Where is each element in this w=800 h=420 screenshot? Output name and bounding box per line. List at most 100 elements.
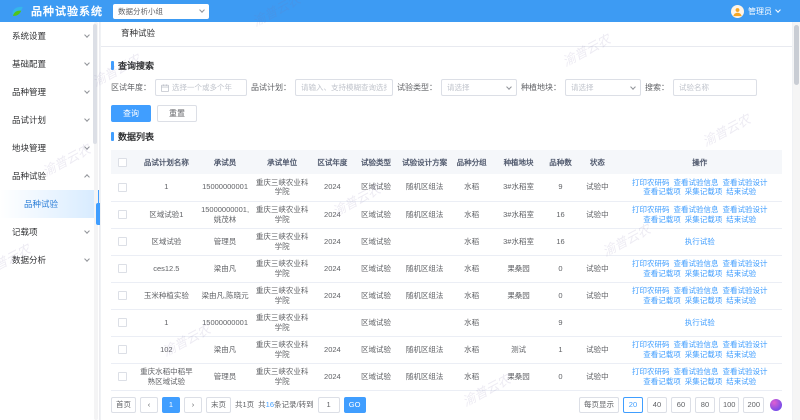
operation-link[interactable]: 采集记载项 [685, 187, 723, 196]
year-date-input[interactable]: 选择一个或多个年 [155, 79, 247, 96]
total-records-text: 共16条记录/转到 [258, 399, 313, 410]
plan-text-input[interactable]: 请输入、支持模糊查询选择 [295, 79, 393, 96]
row-checkbox[interactable] [118, 264, 127, 273]
operation-link[interactable]: 结束试验 [726, 215, 756, 224]
table-cell: 区域试验 [353, 174, 400, 201]
operation-link[interactable]: 查看试验信息 [674, 367, 719, 376]
operation-link[interactable]: 采集记载项 [685, 215, 723, 224]
chevron-down-icon [630, 84, 636, 90]
row-checkbox[interactable] [118, 291, 127, 300]
operation-link[interactable]: 打印农研码 [632, 178, 670, 187]
table-row: ces12.5梁由凡重庆三峡农业科学院2024区域试验随机区组法水稻果桑园0试验… [111, 255, 782, 282]
operation-link[interactable]: 查看试验设计 [723, 259, 768, 268]
sidebar-scrollbar-thumb[interactable] [93, 24, 97, 144]
column-header: 品试计划名称 [134, 150, 198, 174]
sidebar-item[interactable]: 地块管理 [0, 134, 99, 162]
sidebar-subitem[interactable]: 品种试验 [0, 190, 99, 218]
operation-link[interactable]: 查看记载项 [643, 187, 681, 196]
plot-select[interactable]: 请选择 [565, 79, 641, 96]
page-size-option[interactable]: 20 [623, 397, 643, 413]
operation-link[interactable]: 查看试验设计 [723, 286, 768, 295]
operation-link[interactable]: 结束试验 [726, 350, 756, 359]
table-cell: 随机区组法 [399, 363, 449, 390]
column-header: 操作 [618, 150, 782, 174]
operation-link[interactable]: 查看记载项 [643, 350, 681, 359]
operation-link[interactable]: 查看试验信息 [674, 340, 719, 349]
page-size-option[interactable]: 100 [719, 397, 740, 413]
execute-test-link[interactable]: 执行试验 [685, 237, 715, 246]
operation-link[interactable]: 查看试验设计 [723, 205, 768, 214]
row-checkbox[interactable] [118, 210, 127, 219]
sidebar-item[interactable]: 记载项 [0, 218, 99, 246]
column-header: 状态 [577, 150, 617, 174]
reset-button[interactable]: 重置 [157, 105, 197, 122]
row-checkbox[interactable] [118, 372, 127, 381]
table-cell: 2024 [312, 201, 352, 228]
table-cell: 1 [544, 336, 578, 363]
chevron-down-icon [84, 116, 90, 122]
operation-link[interactable]: 采集记载项 [685, 377, 723, 386]
sidebar-item[interactable]: 品种管理 [0, 78, 99, 106]
sidebar-item[interactable]: 数据分析 [0, 246, 99, 274]
sidebar-item[interactable]: 品试计划 [0, 106, 99, 134]
next-page-button[interactable]: › [184, 397, 202, 413]
tab-breeding-test[interactable]: 育种试验 [117, 27, 159, 46]
row-checkbox[interactable] [118, 318, 127, 327]
operation-link[interactable]: 打印农研码 [632, 340, 670, 349]
operation-link[interactable]: 打印农研码 [632, 259, 670, 268]
window-scrollbar-track[interactable] [793, 22, 800, 420]
prev-page-button[interactable]: ‹ [140, 397, 158, 413]
team-select-dropdown[interactable]: 数据分析小组 [113, 4, 209, 19]
operation-link[interactable]: 查看试验信息 [674, 178, 719, 187]
operation-link[interactable]: 查看记载项 [643, 377, 681, 386]
operation-link[interactable]: 结束试验 [726, 296, 756, 305]
test-type-select[interactable]: 请选择 [441, 79, 517, 96]
chevron-down-icon [84, 144, 90, 150]
operation-link[interactable]: 查看记载项 [643, 269, 681, 278]
page-size-option[interactable]: 80 [695, 397, 715, 413]
operation-link[interactable]: 打印农研码 [632, 367, 670, 376]
table-cell: 9 [544, 309, 578, 336]
goto-page-input[interactable] [318, 397, 340, 413]
sidebar-item[interactable]: 系统设置 [0, 22, 99, 50]
page-number-button[interactable]: 1 [162, 397, 180, 413]
page-size-option[interactable]: 200 [743, 397, 764, 413]
table-cell: 重庆三峡农业科学院 [252, 228, 312, 255]
operation-link[interactable]: 查看记载项 [643, 215, 681, 224]
operation-link[interactable]: 打印农研码 [632, 286, 670, 295]
operation-link[interactable]: 查看试验设计 [723, 340, 768, 349]
operation-link[interactable]: 打印农研码 [632, 205, 670, 214]
operation-link[interactable]: 查看记载项 [643, 296, 681, 305]
row-checkbox[interactable] [118, 183, 127, 192]
operation-link[interactable]: 结束试验 [726, 187, 756, 196]
operation-link[interactable]: 采集记载项 [685, 269, 723, 278]
query-button[interactable]: 查询 [111, 105, 151, 122]
operation-link[interactable]: 采集记载项 [685, 296, 723, 305]
last-page-button[interactable]: 末页 [206, 397, 231, 413]
execute-test-link[interactable]: 执行试验 [685, 318, 715, 327]
user-menu[interactable]: 管理员 [731, 5, 780, 18]
operation-link[interactable]: 查看试验设计 [723, 367, 768, 376]
page-size-option[interactable]: 40 [647, 397, 667, 413]
sidebar-collapse-handle[interactable] [96, 203, 100, 225]
first-page-button[interactable]: 首页 [111, 397, 136, 413]
page-size-option[interactable]: 60 [671, 397, 691, 413]
table-cell: 区域试验 [134, 228, 198, 255]
sidebar-item[interactable]: 品种试验 [0, 162, 99, 190]
operation-link[interactable]: 查看试验信息 [674, 259, 719, 268]
window-scrollbar-thumb[interactable] [794, 25, 799, 85]
operation-link[interactable]: 结束试验 [726, 269, 756, 278]
go-button[interactable]: GO [344, 397, 366, 413]
operation-link[interactable]: 查看试验信息 [674, 286, 719, 295]
operation-link[interactable]: 查看试验设计 [723, 178, 768, 187]
row-checkbox[interactable] [118, 237, 127, 246]
assistant-float-ball[interactable] [770, 399, 782, 411]
sidebar-item[interactable]: 基础配置 [0, 50, 99, 78]
select-all-checkbox[interactable] [118, 158, 127, 167]
row-checkbox[interactable] [118, 345, 127, 354]
operation-link[interactable]: 结束试验 [726, 377, 756, 386]
record-count: 16 [266, 400, 274, 409]
operation-link[interactable]: 采集记载项 [685, 350, 723, 359]
search-input[interactable]: 试验名称 [673, 79, 757, 96]
operation-link[interactable]: 查看试验信息 [674, 205, 719, 214]
